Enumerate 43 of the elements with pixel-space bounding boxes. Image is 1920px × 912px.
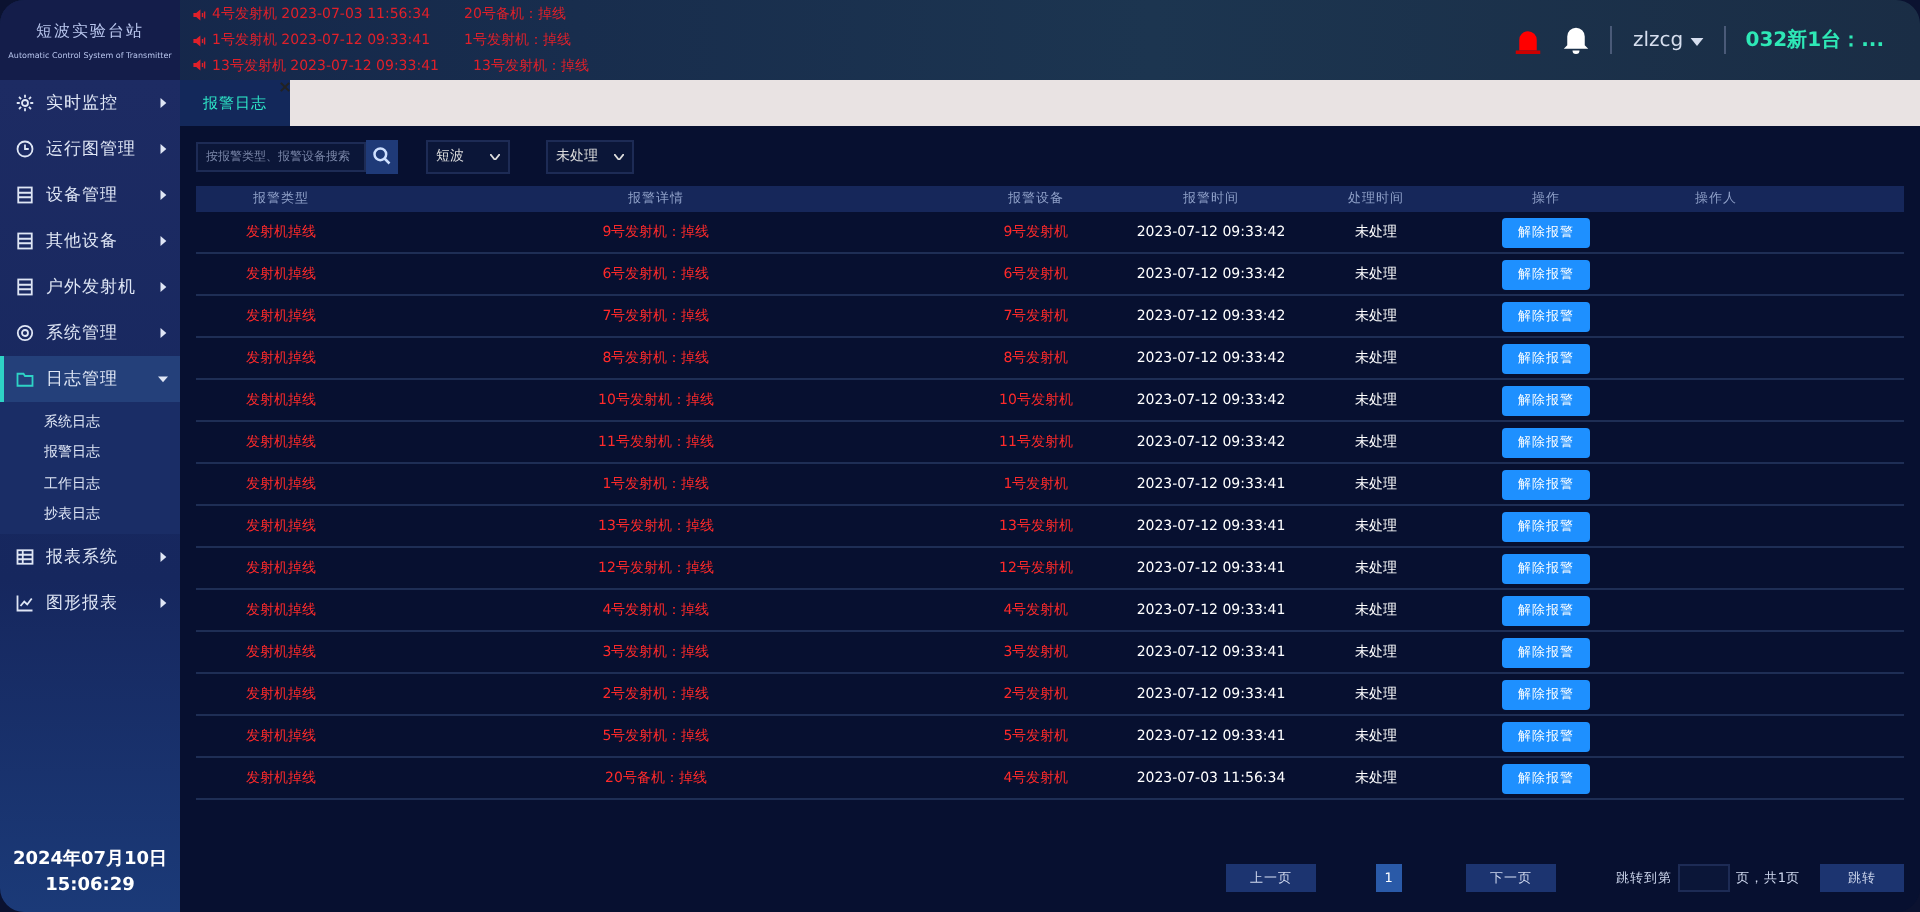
clock-icon — [16, 140, 34, 158]
caret-right-icon — [158, 598, 168, 608]
caret-down-icon — [158, 374, 168, 384]
sidebar-item[interactable]: 其他设备 — [0, 218, 180, 264]
page-input[interactable] — [1677, 864, 1730, 892]
caret-down-icon — [490, 153, 500, 159]
sidebar-item[interactable]: 日志管理 — [0, 356, 180, 402]
sidebar-item[interactable]: 图形报表 — [0, 580, 180, 626]
caret-right-icon — [158, 236, 168, 246]
sidebar-item[interactable]: 实时监控 — [0, 80, 180, 126]
logo-title: 短波实验台站 — [36, 20, 144, 42]
cog-icon — [16, 324, 34, 342]
bell-icon[interactable] — [1562, 26, 1591, 54]
user-menu[interactable]: zlzcg — [1632, 29, 1704, 51]
sidebar-item[interactable]: 系统管理 — [0, 310, 180, 356]
caret-right-icon — [158, 98, 168, 108]
gear-icon — [16, 94, 34, 112]
sidebar-item[interactable]: 设备管理 — [0, 172, 180, 218]
caret-right-icon — [158, 282, 168, 292]
server-icon — [16, 278, 34, 296]
caret-right-icon — [158, 144, 168, 154]
table-icon — [16, 548, 34, 566]
folder-icon — [16, 370, 34, 388]
alarm-light-icon[interactable] — [1514, 26, 1543, 54]
station-name: 032新1台：... — [1745, 26, 1884, 54]
speaker-icon — [192, 33, 206, 47]
caret-icon — [1689, 37, 1704, 45]
time-text: 15:06:29 — [45, 876, 135, 896]
caret-down-icon — [614, 153, 624, 159]
speaker-icon — [192, 58, 206, 73]
date-text: 2024年07月10日 — [12, 847, 168, 872]
sidebar-item[interactable]: 运行图管理 — [0, 126, 180, 172]
chart-icon — [16, 594, 34, 612]
search-button[interactable] — [366, 139, 398, 173]
server-icon — [16, 232, 34, 250]
speaker-icon — [192, 7, 206, 22]
server-icon — [16, 186, 34, 204]
caret-right-icon — [158, 328, 168, 338]
sidebar-item[interactable]: 户外发射机 — [0, 264, 180, 310]
caret-right-icon — [158, 552, 168, 562]
sidebar-item[interactable]: 报表系统 — [0, 534, 180, 580]
caret-right-icon — [158, 190, 168, 200]
search-icon — [372, 146, 392, 166]
